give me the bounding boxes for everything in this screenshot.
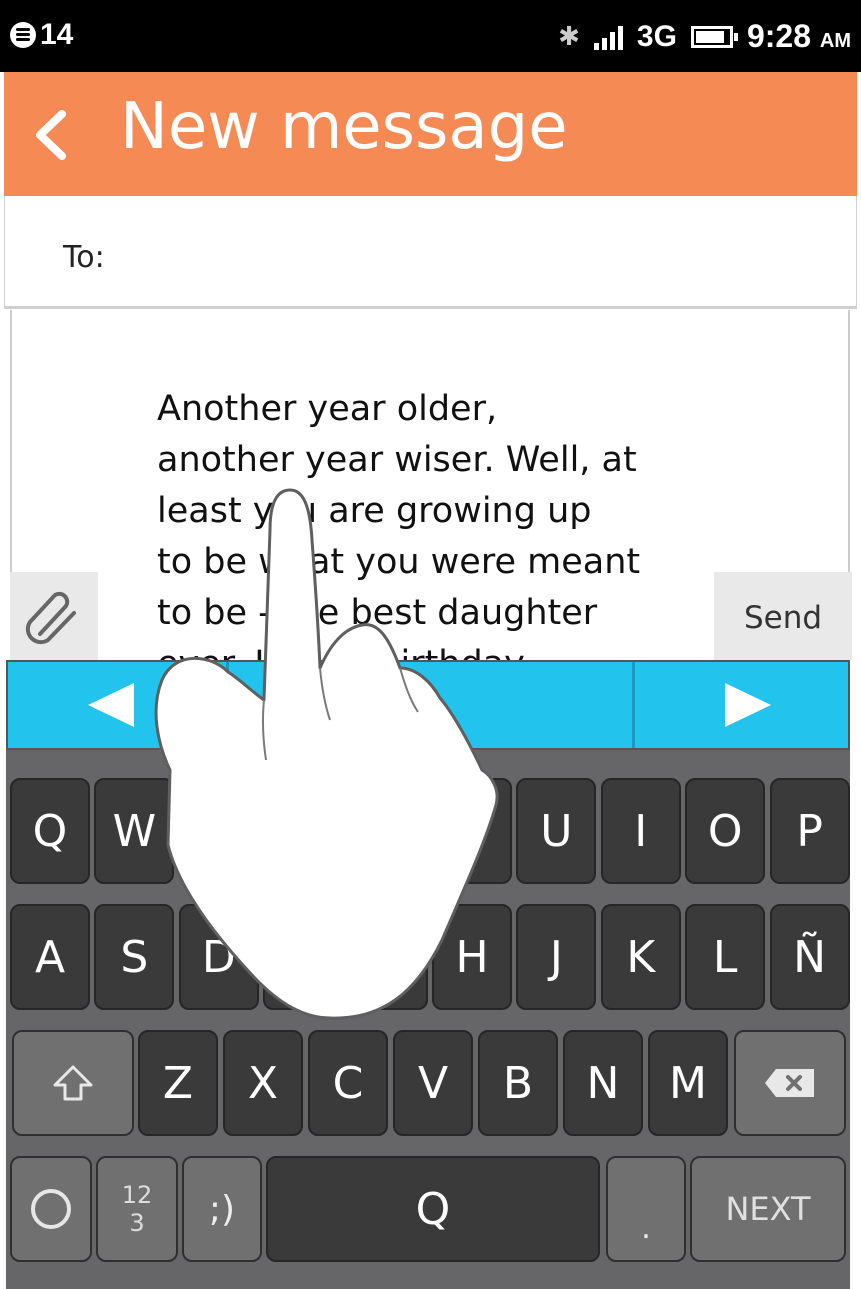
page-title: New message — [120, 90, 568, 164]
key-k[interactable]: K — [600, 904, 681, 1010]
key-ñ[interactable]: Ñ — [769, 904, 850, 1010]
period-key[interactable]: . — [606, 1156, 686, 1262]
key-s[interactable]: S — [94, 904, 175, 1010]
key-z[interactable]: Z — [138, 1030, 218, 1136]
suggestion-middle[interactable] — [229, 662, 632, 748]
key-x[interactable]: X — [223, 1030, 303, 1136]
emoji-key[interactable]: ;) — [182, 1156, 262, 1262]
backspace-key[interactable] — [734, 1030, 846, 1136]
key-l[interactable]: L — [685, 904, 766, 1010]
suggestion-bar — [6, 660, 850, 750]
key-f[interactable]: F — [263, 904, 344, 1010]
key-t[interactable]: T — [347, 778, 428, 884]
key-a[interactable]: A — [10, 904, 90, 1010]
divider — [4, 306, 857, 309]
message-text: Another year older, another year wiser. … — [157, 389, 641, 660]
suggestion-right[interactable] — [635, 662, 848, 748]
key-h[interactable]: H — [432, 904, 512, 1010]
key-u[interactable]: U — [516, 778, 597, 884]
send-button[interactable]: Send — [714, 572, 852, 660]
back-button[interactable] — [26, 100, 76, 170]
key-i[interactable]: I — [600, 778, 681, 884]
paperclip-icon — [25, 591, 76, 645]
shift-arrow-icon — [53, 1065, 93, 1101]
clock: 9:28 AM — [747, 18, 851, 55]
notification-count: 14 — [40, 18, 74, 51]
recipient-field[interactable]: To: — [4, 196, 857, 306]
chevron-left-icon — [36, 110, 66, 160]
shift-key[interactable] — [12, 1030, 134, 1136]
key-p[interactable]: P — [769, 778, 850, 884]
clock-time: 9:28 — [746, 18, 811, 54]
left-arrow-icon — [88, 683, 134, 727]
to-label: To: — [63, 240, 105, 275]
key-d[interactable]: D — [178, 904, 259, 1010]
right-arrow-icon — [725, 683, 771, 727]
key-e[interactable]: E — [178, 778, 259, 884]
network-type: 3G — [636, 19, 677, 53]
key-q[interactable]: Q — [10, 778, 90, 884]
key-v[interactable]: V — [393, 1030, 473, 1136]
status-icons: ✱ 3G 9:28 AM — [558, 18, 851, 55]
signal-icon — [593, 24, 623, 50]
numbers-key[interactable]: 12 3 — [96, 1156, 178, 1262]
key-c[interactable]: C — [308, 1030, 388, 1136]
app-header: New message — [4, 72, 857, 196]
notification-icon — [10, 22, 36, 48]
key-m[interactable]: M — [648, 1030, 728, 1136]
key-y[interactable]: Y — [432, 778, 512, 884]
numbers-key-top: 12 — [121, 1181, 153, 1209]
attach-button[interactable] — [10, 572, 98, 660]
suggestion-left[interactable] — [8, 662, 226, 748]
key-b[interactable]: B — [478, 1030, 558, 1136]
send-label: Send — [743, 600, 823, 636]
key-o[interactable]: O — [685, 778, 766, 884]
bluetooth-icon: ✱ — [558, 21, 580, 52]
space-key[interactable]: Q — [266, 1156, 600, 1262]
backspace-icon — [765, 1069, 814, 1097]
key-j[interactable]: J — [516, 904, 597, 1010]
key-r[interactable]: R — [263, 778, 344, 884]
next-key[interactable]: NEXT — [690, 1156, 846, 1262]
circle-icon — [31, 1189, 71, 1229]
keyboard: 12 3 ;) Q . NEXT QWERTYUIOPASDFGHJKLÑZXC… — [6, 750, 850, 1289]
key-n[interactable]: N — [563, 1030, 643, 1136]
battery-icon — [690, 25, 738, 48]
key-w[interactable]: W — [94, 778, 175, 884]
numbers-key-bottom: 3 — [129, 1209, 145, 1237]
notification-indicator: 14 — [10, 18, 73, 52]
key-g[interactable]: G — [347, 904, 428, 1010]
clock-ampm: AM — [819, 30, 851, 52]
keyboard-switch-key[interactable] — [10, 1156, 92, 1262]
status-bar: 14 ✱ 3G 9:28 AM — [0, 0, 861, 72]
